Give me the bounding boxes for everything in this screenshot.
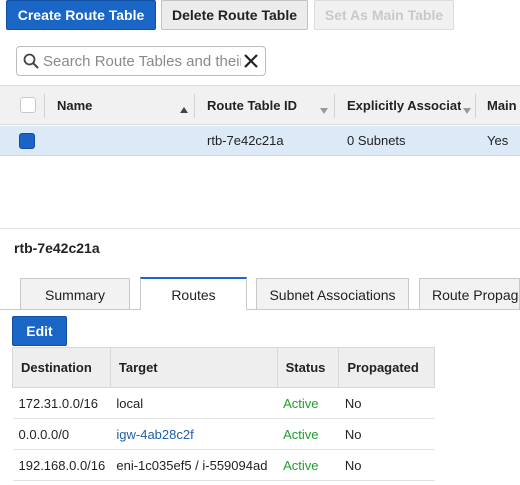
route-propagated: No <box>338 449 435 481</box>
search-box[interactable] <box>16 46 266 76</box>
route-tables-grid-header: Name Route Table ID Explicitly Associat … <box>0 85 520 125</box>
route-destination: 192.168.0.0/16 <box>12 449 111 481</box>
column-menu-icon[interactable] <box>463 102 471 117</box>
select-all-checkbox[interactable] <box>20 97 36 113</box>
tab-routes[interactable]: Routes <box>140 277 247 310</box>
row-associations-cell: 0 Subnets <box>347 133 406 148</box>
route-status: Active <box>277 418 339 450</box>
row-name-cell <box>57 126 177 155</box>
routes-header-status: Status <box>276 347 340 388</box>
table-row: 172.31.0.0/16 local Active No <box>12 387 435 419</box>
routes-header-destination: Destination <box>12 347 111 388</box>
tab-summary[interactable]: Summary <box>20 278 130 310</box>
active-tab-gap <box>141 309 246 310</box>
tabs-baseline <box>0 309 520 310</box>
sort-asc-icon[interactable] <box>180 101 188 116</box>
route-destination: 0.0.0.0/0 <box>12 418 111 450</box>
row-select-checkbox[interactable] <box>19 133 35 149</box>
edit-routes-button[interactable]: Edit <box>12 316 67 346</box>
routes-header-target: Target <box>109 347 278 388</box>
route-propagated: No <box>338 418 435 450</box>
sort-desc-icon[interactable] <box>320 102 328 117</box>
column-divider <box>44 94 45 118</box>
routes-table: Destination Target Status Propagated 172… <box>12 347 435 481</box>
route-target: eni-1c035ef5 / i-559094ad <box>110 449 278 481</box>
clear-icon[interactable] <box>243 53 259 69</box>
pane-divider <box>0 228 520 229</box>
column-header-route-table-id[interactable]: Route Table ID <box>207 86 317 124</box>
row-route-table-id-cell: rtb-7e42c21a <box>207 133 284 148</box>
routes-header-propagated: Propagated <box>338 347 435 388</box>
table-row: 192.168.0.0/16 eni-1c035ef5 / i-559094ad… <box>12 449 435 481</box>
row-main-cell: Yes <box>487 133 509 148</box>
column-header-name[interactable]: Name <box>57 86 177 124</box>
search-input[interactable] <box>43 48 241 74</box>
table-row: 0.0.0.0/0 igw-4ab28c2f Active No <box>12 418 435 450</box>
route-status: Active <box>277 387 339 419</box>
route-target: igw-4ab28c2f <box>110 418 278 450</box>
set-as-main-table-button[interactable]: Set As Main Table <box>314 0 454 30</box>
column-header-main[interactable]: Main <box>487 86 520 124</box>
table-row[interactable]: rtb-7e42c21a 0 Subnets Yes <box>0 126 520 156</box>
delete-route-table-button[interactable]: Delete Route Table <box>161 0 308 30</box>
column-header-explicitly-associated[interactable]: Explicitly Associat <box>347 86 461 124</box>
column-divider <box>334 94 335 118</box>
route-target-link[interactable]: igw-4ab28c2f <box>116 427 193 442</box>
column-divider <box>194 94 195 118</box>
route-target: local <box>110 387 278 419</box>
tab-subnet-associations[interactable]: Subnet Associations <box>256 278 409 310</box>
route-propagated: No <box>338 387 435 419</box>
route-destination: 172.31.0.0/16 <box>12 387 111 419</box>
search-icon <box>23 53 39 69</box>
route-status: Active <box>277 449 339 481</box>
detail-title: rtb-7e42c21a <box>14 240 100 256</box>
create-route-table-button[interactable]: Create Route Table <box>6 0 156 30</box>
tab-route-propagation[interactable]: Route Propaga <box>419 278 520 310</box>
column-divider <box>475 94 476 118</box>
